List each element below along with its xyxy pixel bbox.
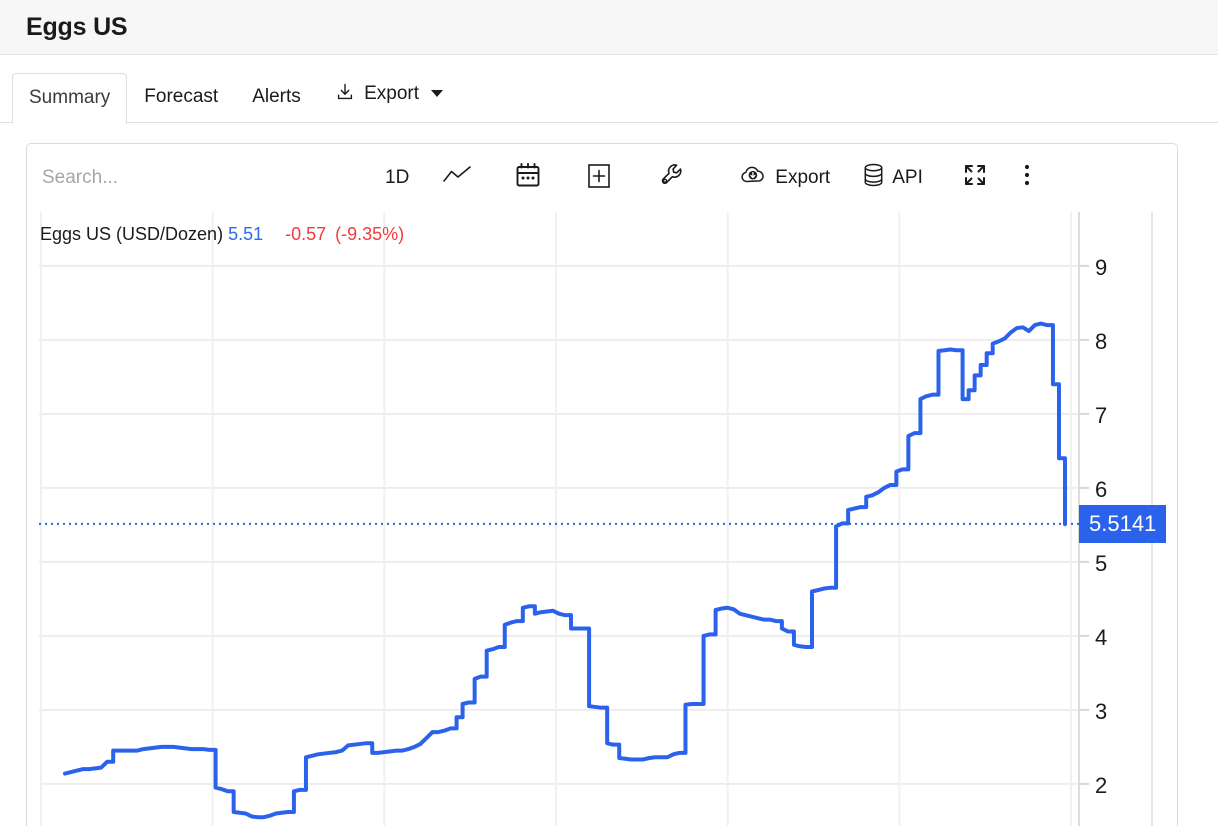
svg-text:4: 4 <box>1095 625 1107 650</box>
legend-last-value: 5.51 <box>228 224 263 244</box>
calendar-button[interactable] <box>492 156 564 200</box>
tab-alerts[interactable]: Alerts <box>235 72 318 123</box>
interval-label: 1D <box>385 167 409 189</box>
api-button[interactable]: API <box>842 156 935 200</box>
tab-alerts-label: Alerts <box>252 86 301 107</box>
export-button[interactable]: Export <box>710 156 842 200</box>
fullscreen-button[interactable] <box>935 156 1009 200</box>
tab-export-label: Export <box>364 83 419 104</box>
download-icon <box>335 82 355 106</box>
svg-text:7: 7 <box>1095 403 1107 428</box>
wrench-icon <box>658 161 686 195</box>
legend-change-percent: (-9.35%) <box>335 224 404 244</box>
chevron-down-icon <box>431 90 443 97</box>
page-title: Eggs US <box>0 13 127 42</box>
legend-series-name: Eggs US (USD/Dozen) <box>40 224 223 244</box>
chart-toolbar: 1D <box>27 144 1178 212</box>
current-price-tag: 5.5141 <box>1079 505 1166 543</box>
add-button[interactable] <box>564 156 634 200</box>
chart-type-button[interactable] <box>422 156 492 200</box>
tab-summary[interactable]: Summary <box>12 73 127 124</box>
chart-card: 1D <box>26 143 1178 826</box>
interval-button[interactable]: 1D <box>372 156 422 200</box>
svg-text:9: 9 <box>1095 255 1107 280</box>
plus-box-icon <box>586 161 612 195</box>
api-label: API <box>892 167 923 189</box>
tab-forecast[interactable]: Forecast <box>127 72 235 123</box>
more-menu-button[interactable] <box>1009 156 1045 200</box>
more-vertical-icon <box>1023 162 1031 194</box>
database-icon <box>862 162 885 194</box>
calendar-icon <box>514 161 542 195</box>
fullscreen-icon <box>961 161 989 195</box>
tab-forecast-label: Forecast <box>144 86 218 107</box>
toolbar-controls: 1D <box>372 156 1045 200</box>
legend-change: -0.57 <box>285 224 326 244</box>
price-line-chart[interactable]: 2 3 4 5 6 7 8 9 <box>27 212 1178 826</box>
cloud-download-icon <box>738 163 768 193</box>
svg-text:2: 2 <box>1095 773 1107 798</box>
tab-bar-underline <box>0 122 1218 123</box>
chart-legend: Eggs US (USD/Dozen)5.51 -0.57 (-9.35%) <box>40 224 404 245</box>
tab-summary-label: Summary <box>29 87 110 108</box>
app-root: Eggs US Summary Forecast Alerts Export <box>0 0 1218 826</box>
tab-export[interactable]: Export <box>318 67 460 123</box>
svg-text:6: 6 <box>1095 477 1107 502</box>
svg-text:3: 3 <box>1095 699 1107 724</box>
settings-button[interactable] <box>634 156 710 200</box>
export-label: Export <box>775 167 830 189</box>
tab-list: Summary Forecast Alerts Export <box>12 55 460 123</box>
page-header: Eggs US <box>0 0 1218 55</box>
svg-text:5: 5 <box>1095 551 1107 576</box>
chart-area: Eggs US (USD/Dozen)5.51 -0.57 (-9.35%) 2 3… <box>27 212 1178 826</box>
line-chart-icon <box>442 164 472 192</box>
svg-text:8: 8 <box>1095 329 1107 354</box>
search-input[interactable] <box>27 156 372 200</box>
tab-bar: Summary Forecast Alerts Export <box>0 55 1218 123</box>
